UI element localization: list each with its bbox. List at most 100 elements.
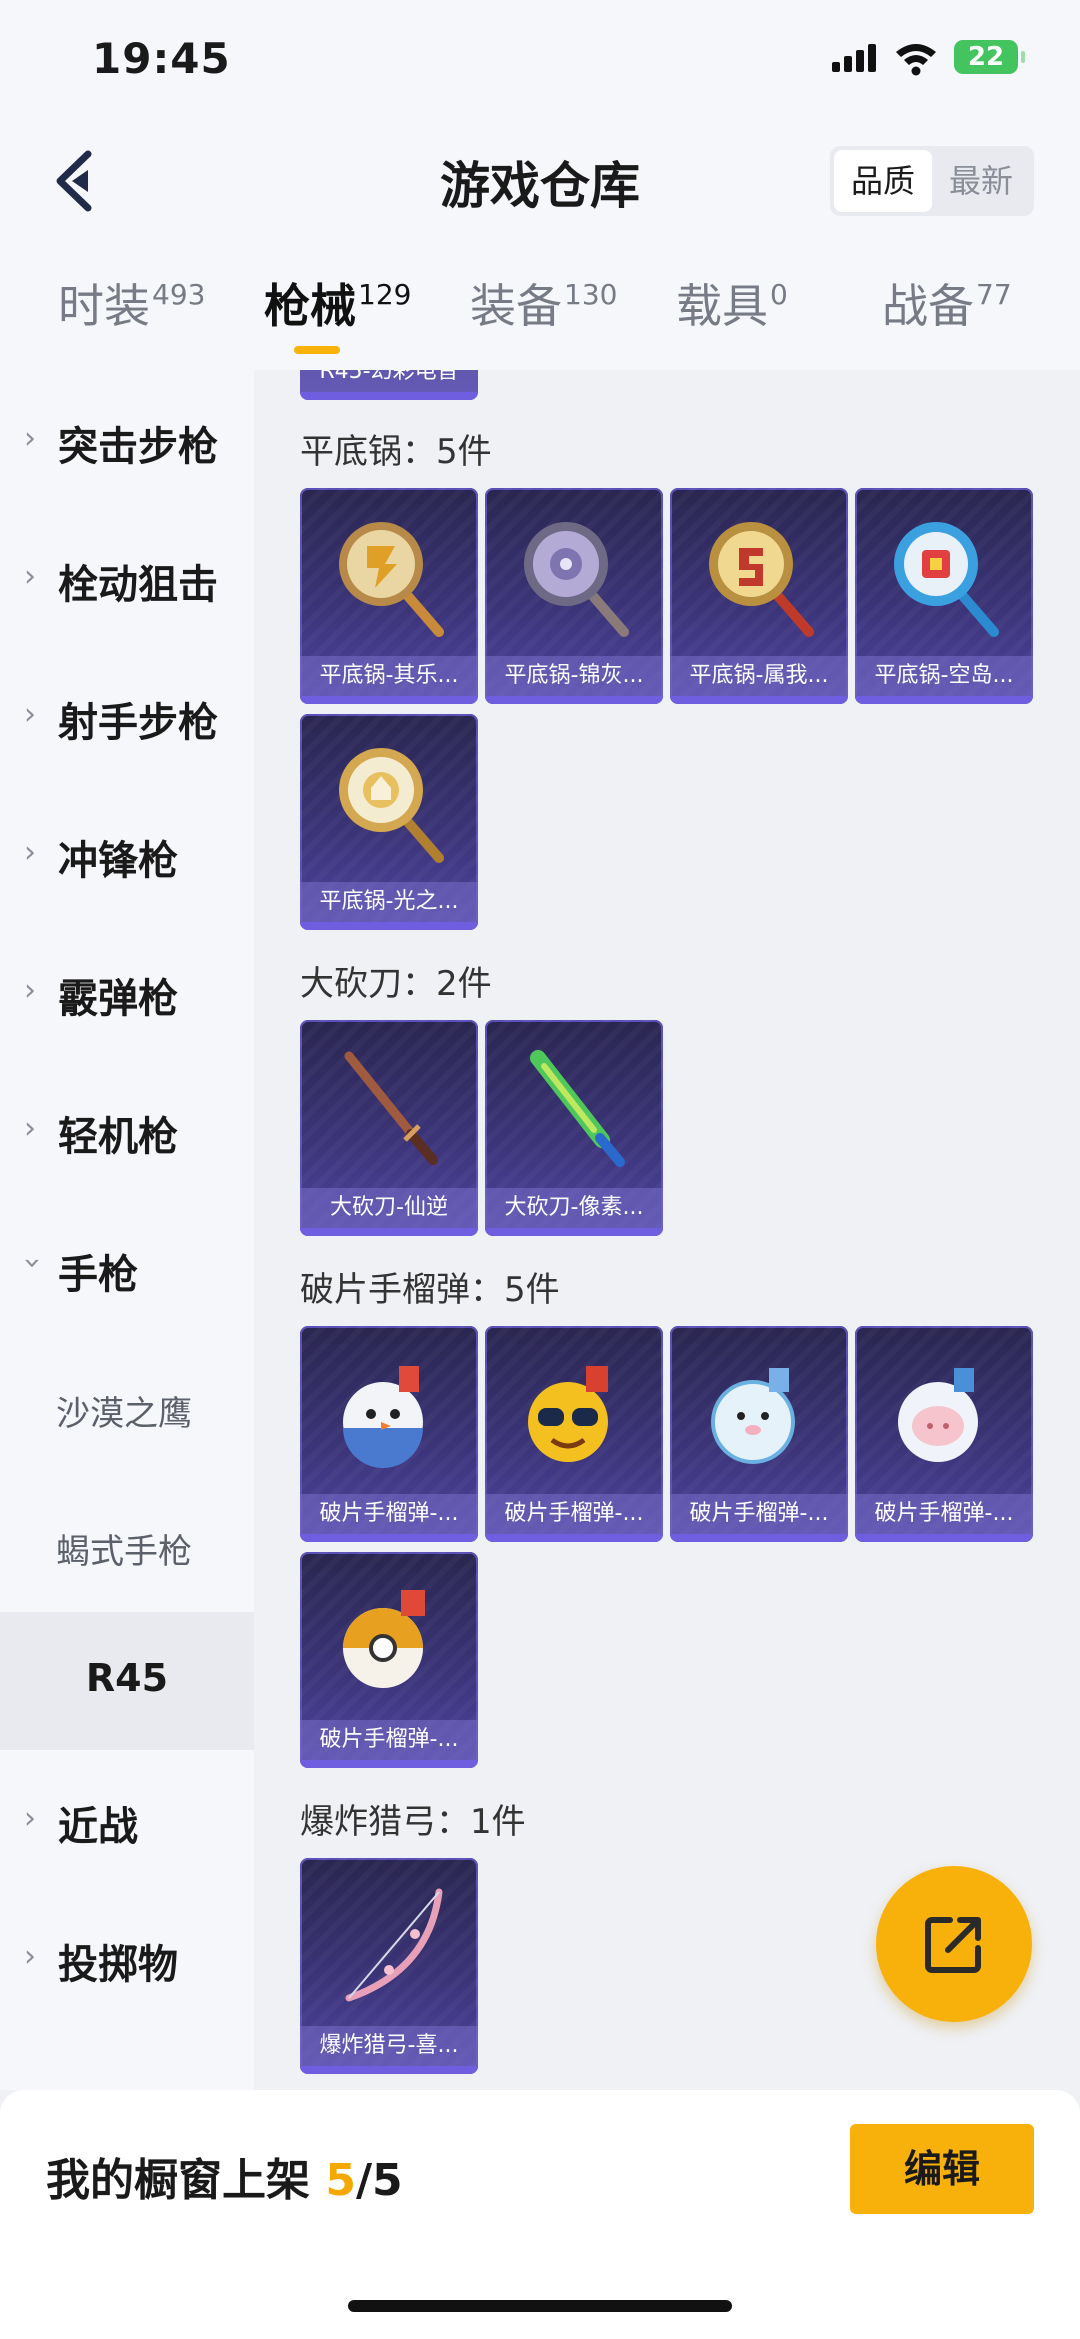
chevron-right-icon: › — [24, 697, 36, 732]
chevron-right-icon: › — [24, 421, 36, 456]
item-card-label: 平底锅-光之... — [300, 882, 478, 922]
rarity-bar — [300, 1228, 478, 1236]
showcase-status: 我的橱窗上架 5/5 — [46, 2144, 403, 2208]
sidebar-item-shotgun[interactable]: › 霰弹枪 — [0, 922, 254, 1060]
sidebar-item-assault-rifle[interactable]: › 突击步枪 — [0, 370, 254, 508]
active-tab-indicator — [294, 346, 340, 354]
rarity-bar — [300, 696, 478, 704]
grenade-icon — [711, 1368, 795, 1464]
sidebar-item-smg[interactable]: › 冲锋枪 — [0, 784, 254, 922]
sidebar-item-label: R45 — [85, 1656, 169, 1700]
tab-label: 战备 — [882, 279, 974, 333]
sidebar-item-label: 轻机枪 — [58, 1114, 178, 1160]
item-card-label: 平底锅-空岛... — [855, 656, 1033, 696]
chevron-down-icon: › — [15, 1257, 50, 1269]
item-card[interactable]: 破片手榴弹-... — [485, 1326, 663, 1542]
tab-label: 装备 — [470, 279, 562, 333]
item-card[interactable]: R45-幻彩电音 — [300, 370, 478, 400]
frying-pan-icon — [339, 748, 444, 863]
rarity-bar — [485, 1228, 663, 1236]
item-card[interactable]: 破片手榴弹-... — [670, 1326, 848, 1542]
frying-pan-icon — [339, 522, 444, 637]
grenade-icon — [343, 1590, 425, 1688]
item-card-label: 破片手榴弹-... — [855, 1494, 1033, 1534]
battery-icon: 22 — [954, 40, 1025, 74]
sidebar-item-lmg[interactable]: › 轻机枪 — [0, 1060, 254, 1198]
tab-guns[interactable]: 枪械129 — [264, 270, 411, 370]
tab-vehicles[interactable]: 载具0 — [676, 270, 788, 370]
item-card-label: 破片手榴弹-... — [300, 1720, 478, 1760]
item-card-label: 大砍刀-像素... — [485, 1188, 663, 1228]
tab-equipment[interactable]: 装备130 — [470, 270, 617, 370]
item-card[interactable]: 爆炸猎弓-喜... — [300, 1858, 478, 2074]
item-card-label: 平底锅-锦灰... — [485, 656, 663, 696]
rarity-bar — [300, 922, 478, 930]
status-time: 19:45 — [92, 34, 231, 83]
sidebar-item-bolt-sniper[interactable]: › 栓动狙击 — [0, 508, 254, 646]
item-card[interactable]: 平底锅-空岛... — [855, 488, 1033, 704]
tab-label: 载具 — [676, 279, 768, 333]
sidebar-subitem-skorpion[interactable]: 蝎式手枪 — [0, 1474, 254, 1612]
sidebar-item-label: 冲锋枪 — [58, 838, 178, 884]
grenade-icon — [898, 1368, 978, 1462]
sidebar-item-label: 突击步枪 — [58, 424, 218, 470]
category-sidebar: › 突击步枪 › 栓动狙击 › 射手步枪 › 冲锋枪 › 霰弹枪 › 轻机枪 ›… — [0, 370, 254, 2090]
tab-count: 130 — [564, 278, 618, 311]
section-title: 大砍刀：2件 — [300, 964, 492, 1004]
item-card[interactable]: 破片手榴弹-... — [300, 1326, 478, 1542]
item-card-label: 破片手榴弹-... — [670, 1494, 848, 1534]
sort-newest-button[interactable]: 最新 — [932, 150, 1030, 212]
grenade-icon — [528, 1366, 608, 1462]
item-card[interactable]: 破片手榴弹-... — [855, 1326, 1033, 1542]
share-icon — [925, 1917, 981, 1973]
chevron-right-icon: › — [24, 1801, 36, 1836]
frying-pan-icon — [709, 522, 814, 637]
item-list: R45-幻彩电音 平底锅：5件 平底锅-其乐... 平底锅-锦灰... 平底锅-… — [254, 370, 1080, 2090]
rarity-bar — [300, 2066, 478, 2074]
sidebar-item-marksman-rifle[interactable]: › 射手步枪 — [0, 646, 254, 784]
section-title: 平底锅：5件 — [300, 432, 492, 472]
chevron-right-icon: › — [24, 1939, 36, 1974]
tab-label: 枪械 — [264, 279, 356, 333]
item-card-label: 爆炸猎弓-喜... — [300, 2026, 478, 2066]
sidebar-subitem-r45[interactable]: R45 — [0, 1612, 254, 1750]
sidebar-item-label: 射手步枪 — [58, 700, 218, 746]
edit-button[interactable]: 编辑 — [850, 2124, 1034, 2214]
sort-quality-button[interactable]: 品质 — [834, 150, 932, 212]
sidebar-item-label: 近战 — [58, 1804, 138, 1850]
item-card[interactable]: 平底锅-锦灰... — [485, 488, 663, 704]
sort-toggle: 品质 最新 — [830, 146, 1034, 216]
tab-count: 77 — [976, 278, 1012, 311]
item-card[interactable]: 平底锅-其乐... — [300, 488, 478, 704]
chevron-right-icon: › — [24, 835, 36, 870]
rarity-bar — [670, 1534, 848, 1542]
category-tabs: 时装493 枪械129 装备130 载具0 战备77 — [0, 270, 1080, 370]
item-card[interactable]: 平底锅-属我... — [670, 488, 848, 704]
section-title: 爆炸猎弓：1件 — [300, 1802, 526, 1842]
sidebar-item-label: 投掷物 — [58, 1942, 178, 1988]
frying-pan-icon — [524, 522, 629, 637]
item-card[interactable]: 平底锅-光之... — [300, 714, 478, 930]
share-button[interactable] — [876, 1866, 1032, 2022]
sidebar-subitem-desert-eagle[interactable]: 沙漠之鹰 — [0, 1336, 254, 1474]
item-card[interactable]: 大砍刀-像素... — [485, 1020, 663, 1236]
machete-icon — [530, 1050, 625, 1167]
home-indicator — [348, 2300, 732, 2312]
item-card-label: 平底锅-属我... — [670, 656, 848, 696]
item-card[interactable]: 破片手榴弹-... — [300, 1552, 478, 1768]
sidebar-item-throwables[interactable]: › 投掷物 — [0, 1888, 254, 2026]
tab-label: 时装 — [58, 279, 150, 333]
sidebar-item-melee[interactable]: › 近战 — [0, 1750, 254, 1888]
item-card[interactable]: 大砍刀-仙逆 — [300, 1020, 478, 1236]
tab-battle-prep[interactable]: 战备77 — [882, 270, 1012, 370]
sidebar-item-label: 栓动狙击 — [58, 562, 218, 608]
rarity-bar — [855, 696, 1033, 704]
status-bar: 19:45 22 — [0, 0, 1080, 120]
chevron-right-icon: › — [24, 1111, 36, 1146]
tab-count: 493 — [152, 278, 206, 311]
item-card-label: 平底锅-其乐... — [300, 656, 478, 696]
tab-fashion[interactable]: 时装493 — [58, 270, 205, 370]
sidebar-item-pistol[interactable]: › 手枪 — [0, 1198, 254, 1336]
sidebar-item-label: 霰弹枪 — [58, 976, 178, 1022]
cellular-signal-icon — [832, 44, 878, 72]
